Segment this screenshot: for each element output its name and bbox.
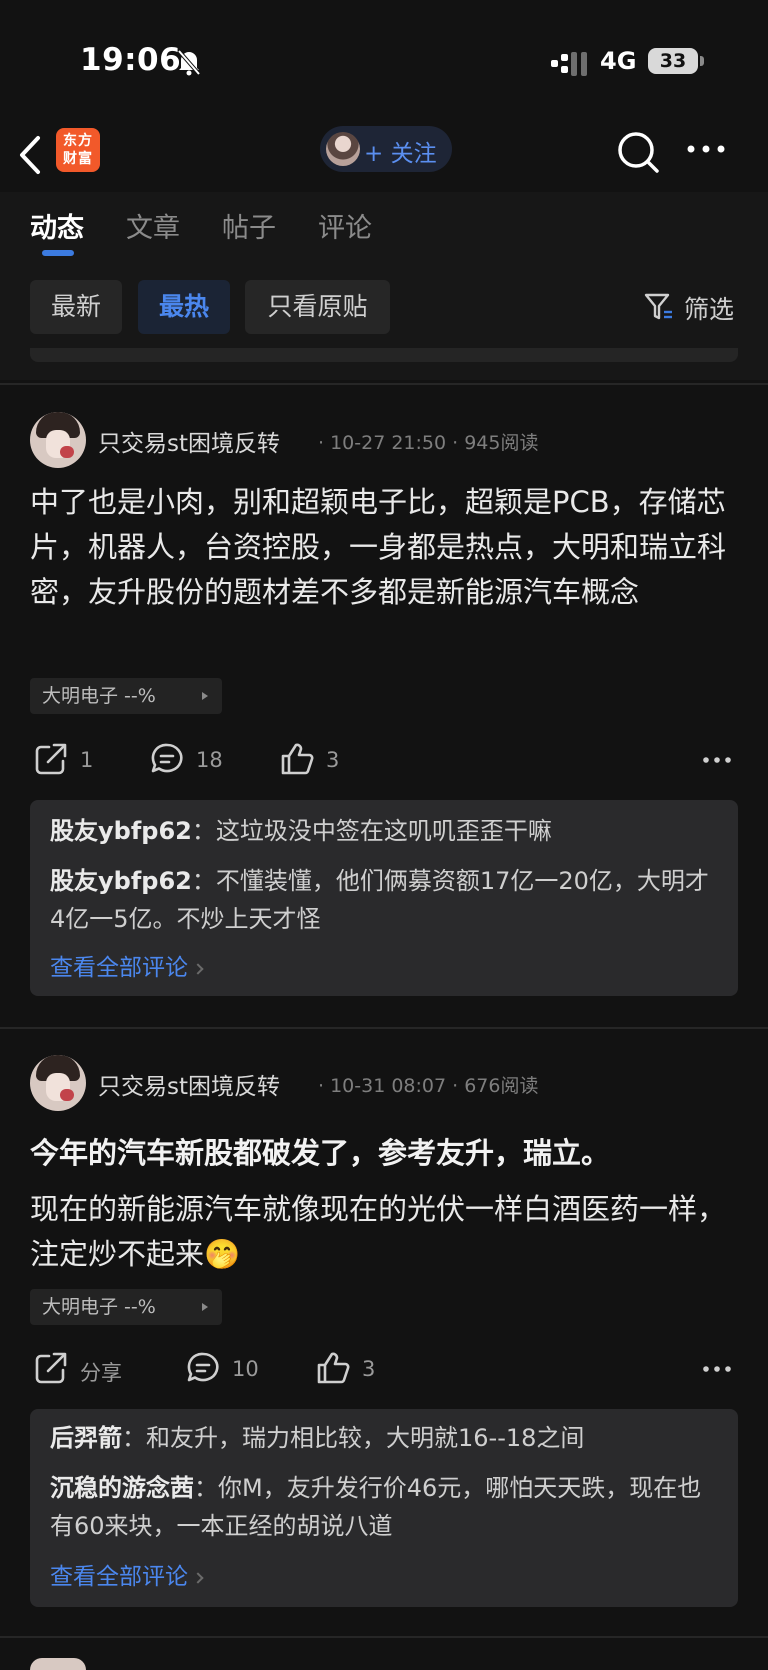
comment-user[interactable]: 后羿箭: [50, 1424, 122, 1452]
tab-dynamics[interactable]: 动态: [30, 206, 84, 245]
post-meta: · 10-27 21:50 · 945阅读: [318, 432, 539, 454]
see-all-comments-link[interactable]: 查看全部评论: [50, 948, 204, 982]
comment-count[interactable]: 10: [232, 1357, 259, 1381]
comment-user[interactable]: 股友ybfp62: [50, 817, 192, 845]
more-icon[interactable]: [686, 144, 726, 154]
avatar: [326, 132, 360, 166]
chevron-right-icon: [192, 963, 204, 975]
comment-user[interactable]: 沉稳的游念茜: [50, 1474, 194, 1502]
tab-bar: 动态 文章 帖子 评论: [0, 192, 768, 268]
caret-right-icon: [202, 1303, 208, 1311]
status-bar: 19:06 4G 33: [0, 0, 768, 120]
post-card[interactable]: 只交易st困境反转 · 10-31 08:07 · 676阅读 今年的汽车新股都…: [0, 1055, 768, 1645]
comment-text: 和友升，瑞力相比较，大明就16--18之间: [146, 1424, 585, 1452]
like-count[interactable]: 3: [326, 748, 339, 772]
share-icon[interactable]: [34, 742, 68, 776]
comment-item[interactable]: 股友ybfp62：这垃圾没中签在这叽叽歪歪干嘛: [50, 812, 720, 850]
bell-off-icon: [177, 49, 201, 76]
comment-preview-box[interactable]: 股友ybfp62：这垃圾没中签在这叽叽歪歪干嘛 股友ybfp62：不懂装懂，他们…: [30, 800, 738, 996]
post-meta: · 10-31 08:07 · 676阅读: [318, 1075, 539, 1097]
divider: [0, 1027, 768, 1029]
like-icon[interactable]: [280, 742, 314, 776]
status-time: 19:06: [80, 42, 182, 78]
comment-icon[interactable]: [150, 742, 184, 776]
comment-preview-box[interactable]: 后羿箭：和友升，瑞力相比较，大明就16--18之间 沉稳的游念茜：你M，友升发行…: [30, 1409, 738, 1607]
battery-tip: [700, 56, 704, 66]
comment-text: 这垃圾没中签在这叽叽歪歪干嘛: [215, 817, 552, 845]
tab-posts[interactable]: 帖子: [222, 206, 276, 245]
post-card[interactable]: 只交易st困境反转 · 10-27 21:50 · 945阅读 中了也是小肉，别…: [0, 412, 768, 1022]
filter-row: 最新 最热 只看原贴 筛选: [0, 268, 768, 380]
post-title[interactable]: 今年的汽车新股都破发了，参考友升，瑞立。: [30, 1131, 740, 1175]
comment-item[interactable]: 股友ybfp62：不懂装懂，他们俩募资额17亿一20亿，大明才4亿一5亿。不炒上…: [50, 862, 720, 938]
share-count[interactable]: 1: [80, 748, 93, 772]
comment-count[interactable]: 18: [196, 748, 223, 772]
tab-comments[interactable]: 评论: [318, 206, 372, 245]
see-all-comments-link[interactable]: 查看全部评论: [50, 1557, 204, 1591]
nav-bar: 东方财富 + 关注: [0, 120, 768, 192]
tab-articles[interactable]: 文章: [126, 206, 180, 245]
avatar[interactable]: [30, 412, 86, 468]
signal-icon: [551, 52, 587, 76]
author-name[interactable]: 只交易st困境反转: [98, 1067, 280, 1101]
post-body[interactable]: 现在的新能源汽车就像现在的光伏一样白酒医药一样，注定炒不起来🤭: [30, 1187, 730, 1277]
comment-icon[interactable]: [186, 1351, 220, 1385]
stock-tag-label: 大明电子 --%: [42, 1296, 156, 1318]
divider: [0, 383, 768, 385]
search-icon[interactable]: [616, 130, 660, 174]
like-icon[interactable]: [316, 1351, 350, 1385]
filter-hottest-chip[interactable]: 最热: [138, 280, 230, 334]
caret-right-icon: [202, 692, 208, 700]
divider: [0, 1636, 768, 1638]
app-logo: 东方财富: [56, 128, 100, 172]
share-icon[interactable]: [34, 1351, 68, 1385]
filter-icon[interactable]: [644, 292, 674, 322]
avatar[interactable]: [30, 1658, 86, 1670]
author-name[interactable]: 只交易st困境反转: [98, 424, 280, 458]
stock-tag[interactable]: 大明电子 --%: [30, 1289, 222, 1325]
battery-icon: 33: [648, 48, 698, 74]
more-icon[interactable]: [702, 1365, 732, 1373]
more-icon[interactable]: [702, 756, 732, 764]
chevron-right-icon: [192, 1572, 204, 1584]
comment-user[interactable]: 股友ybfp62: [50, 867, 192, 895]
collapsed-banner: [30, 348, 738, 362]
avatar[interactable]: [30, 1055, 86, 1111]
follow-label: + 关注: [364, 141, 437, 167]
post-body[interactable]: 中了也是小肉，别和超颖电子比，超颖是PCB，存储芯片，机器人，台资控股，一身都是…: [30, 480, 730, 615]
filter-original-only-chip[interactable]: 只看原贴: [245, 280, 390, 334]
like-count[interactable]: 3: [362, 1357, 375, 1381]
share-label[interactable]: 分享: [80, 1357, 122, 1387]
active-tab-indicator: [42, 250, 74, 256]
follow-button[interactable]: + 关注: [320, 126, 452, 172]
comment-item[interactable]: 沉稳的游念茜：你M，友升发行价46元，哪怕天天跌，现在也有60来块，一本正经的胡…: [50, 1469, 720, 1545]
network-label: 4G: [600, 47, 637, 75]
stock-tag-label: 大明电子 --%: [42, 685, 156, 707]
filter-latest-chip[interactable]: 最新: [30, 280, 122, 334]
stock-tag[interactable]: 大明电子 --%: [30, 678, 222, 714]
filter-label[interactable]: 筛选: [684, 290, 734, 326]
comment-item[interactable]: 后羿箭：和友升，瑞力相比较，大明就16--18之间: [50, 1419, 720, 1457]
back-arrow-icon[interactable]: [18, 134, 44, 176]
